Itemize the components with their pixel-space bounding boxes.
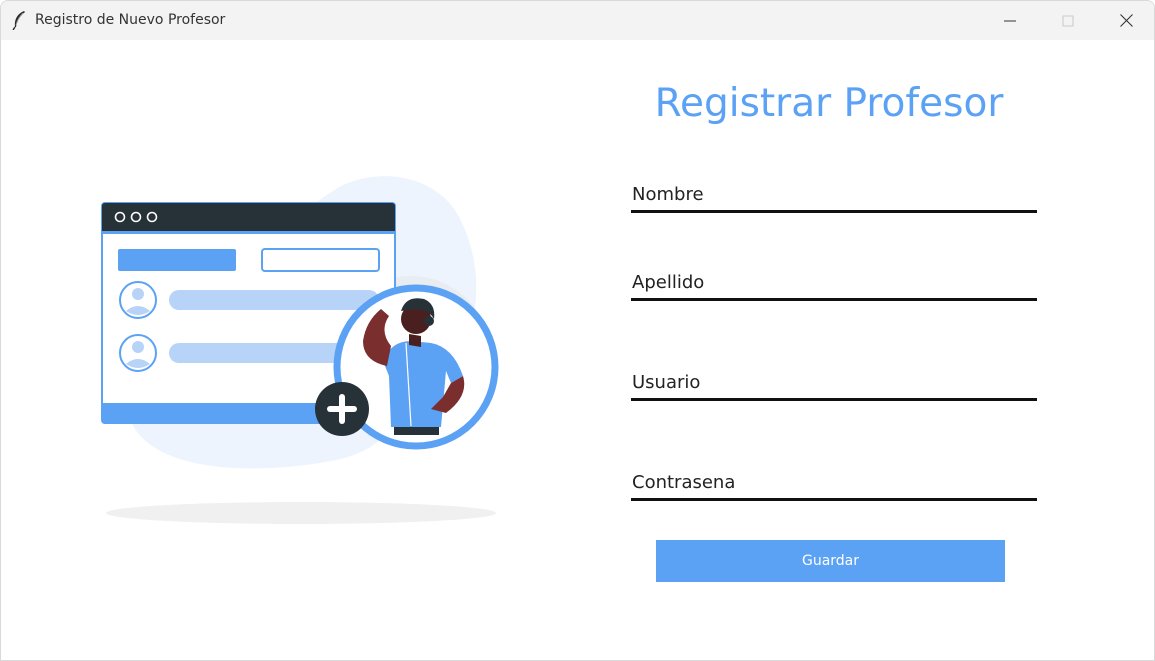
usuario-field [631,367,1037,401]
page-title: Registrar Profesor [654,81,1004,126]
nombre-underline [631,210,1037,213]
title-bar: Registro de Nuevo Profesor [1,1,1154,40]
add-user-illustration [101,176,499,524]
app-window: Registro de Nuevo Profesor Registrar Pro… [0,0,1155,661]
window-title: Registro de Nuevo Profesor [35,12,226,28]
usuario-underline [631,398,1037,401]
maximize-button[interactable] [1039,1,1097,40]
contrasena-input[interactable] [631,467,1037,498]
usuario-input[interactable] [631,367,1037,398]
maximize-icon [1062,15,1074,26]
close-button[interactable] [1097,1,1154,40]
apellido-input[interactable] [631,267,1037,298]
nombre-field [631,179,1037,213]
apellido-underline [631,298,1037,301]
save-button[interactable]: Guardar [656,540,1005,582]
minimize-icon [1004,20,1016,21]
feather-icon [12,11,25,30]
close-icon [1119,14,1133,27]
contrasena-field [631,467,1037,501]
minimize-button[interactable] [981,1,1039,40]
contrasena-underline [631,498,1037,501]
nombre-input[interactable] [631,179,1037,210]
apellido-field [631,267,1037,301]
